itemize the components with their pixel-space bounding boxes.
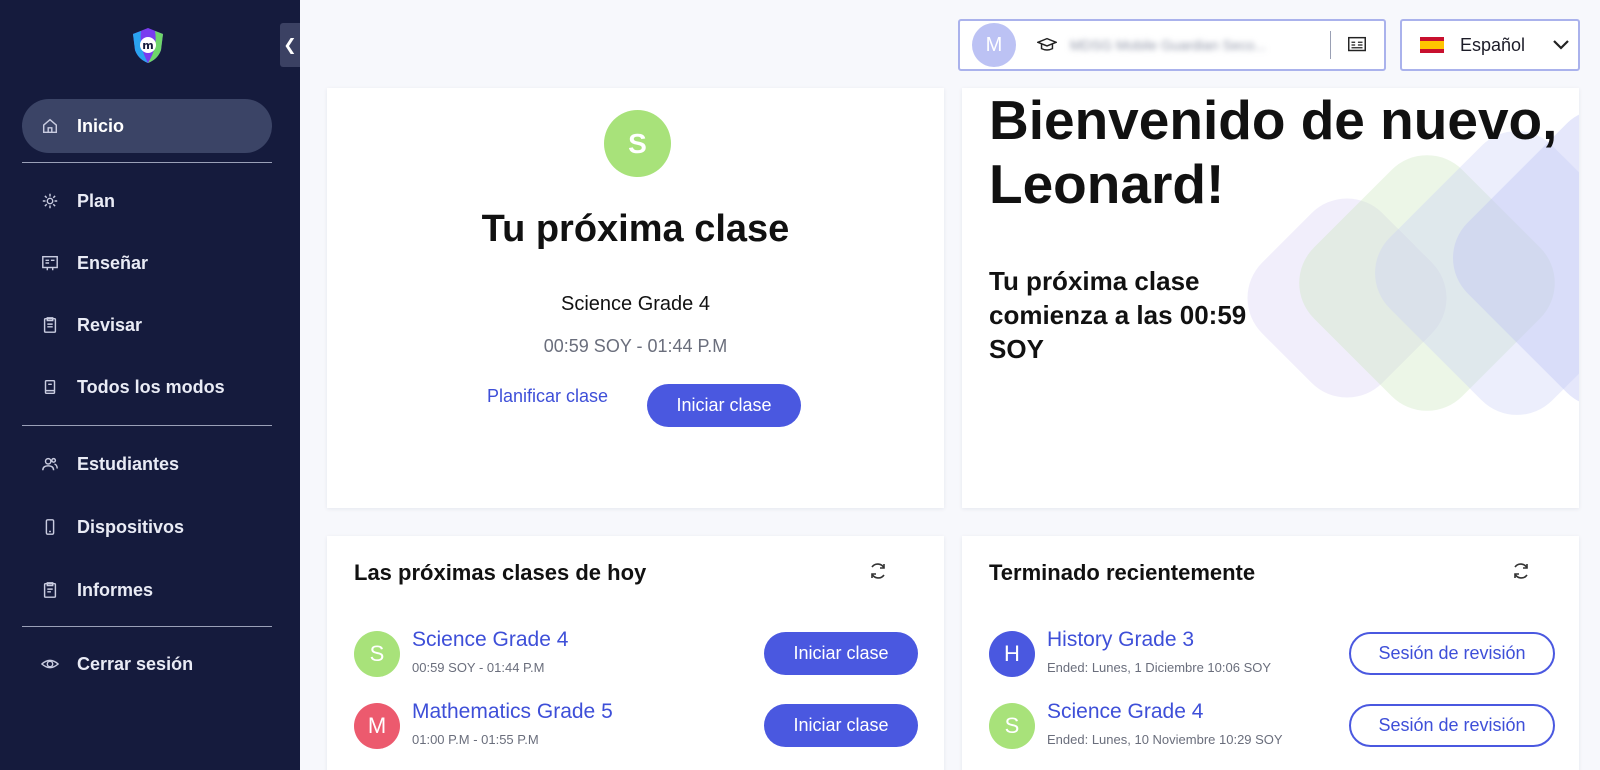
class-avatar: S bbox=[989, 703, 1035, 749]
sidebar-item-inicio[interactable]: Inicio bbox=[22, 99, 272, 153]
list-item: S Science Grade 4 Ended: Lunes, 10 Novie… bbox=[989, 700, 1559, 756]
phone-icon bbox=[40, 517, 60, 537]
refresh-icon[interactable] bbox=[1510, 560, 1532, 582]
class-avatar: S bbox=[354, 631, 400, 677]
avatar: M bbox=[972, 23, 1016, 67]
sidebar-divider bbox=[22, 425, 272, 426]
language-selector[interactable]: Español bbox=[1400, 19, 1580, 71]
next-class-time: 00:59 SOY - 01:44 P.M bbox=[543, 336, 728, 356]
plan-class-link[interactable]: Planificar clase bbox=[487, 386, 608, 407]
spain-flag-icon bbox=[1420, 37, 1444, 53]
start-class-button[interactable]: Iniciar clase bbox=[764, 704, 918, 747]
next-class-title: Tu próxima clase bbox=[481, 208, 790, 250]
sidebar-item-label: Estudiantes bbox=[77, 453, 180, 474]
school-name: MDSG Mobile Guardian Seco... bbox=[1070, 37, 1267, 53]
sidebar-item-ensenar[interactable]: Enseñar bbox=[22, 236, 272, 290]
refresh-icon[interactable] bbox=[867, 560, 889, 582]
start-class-button[interactable]: Iniciar clase bbox=[647, 384, 801, 427]
sidebar-item-todos-los-modos[interactable]: Todos los modos bbox=[22, 360, 272, 414]
users-icon bbox=[40, 454, 60, 474]
sidebar-item-informes[interactable]: Informes bbox=[22, 563, 272, 617]
app-logo: m bbox=[128, 25, 168, 65]
sidebar-item-label: Inicio bbox=[77, 115, 125, 136]
language-label: Español bbox=[1460, 34, 1526, 55]
class-time: 01:00 P.M - 01:55 P.M bbox=[412, 732, 539, 747]
sidebar-divider bbox=[22, 626, 272, 627]
user-school-selector[interactable]: M MDSG Mobile Guardian Seco... bbox=[958, 19, 1386, 71]
list-item: M Mathematics Grade 5 01:00 P.M - 01:55 … bbox=[354, 700, 924, 756]
sidebar-item-dispositivos[interactable]: Dispositivos bbox=[22, 500, 272, 554]
class-name-link[interactable]: Science Grade 4 bbox=[412, 628, 568, 652]
board-icon bbox=[40, 253, 60, 273]
welcome-subtitle: Tu próxima clase comienza a las 00:59 SO… bbox=[989, 266, 1247, 364]
class-avatar: M bbox=[354, 703, 400, 749]
class-avatar: H bbox=[989, 631, 1035, 677]
class-name-link[interactable]: Science Grade 4 bbox=[1047, 700, 1203, 724]
sidebar-item-estudiantes[interactable]: Estudiantes bbox=[22, 437, 272, 491]
start-class-button[interactable]: Iniciar clase bbox=[764, 632, 918, 675]
top-header: M MDSG Mobile Guardian Seco... Español bbox=[300, 0, 1600, 88]
welcome-card: Bienvenido de nuevo, Leonard! Tu próxima… bbox=[962, 88, 1579, 508]
section-title: Las próximas clases de hoy bbox=[354, 560, 647, 585]
clipboard-icon bbox=[40, 315, 60, 335]
class-time: 00:59 SOY - 01:44 P.M bbox=[412, 660, 545, 675]
sidebar-item-label: Revisar bbox=[77, 314, 143, 335]
sidebar-item-label: Cerrar sesión bbox=[77, 653, 194, 674]
next-class-card: S Tu próxima clase Science Grade 4 00:59… bbox=[327, 88, 944, 508]
class-ended: Ended: Lunes, 10 Noviembre 10:29 SOY bbox=[1047, 732, 1283, 747]
sidebar-collapse-button[interactable]: ❮ bbox=[280, 23, 300, 67]
graduation-cap-icon bbox=[1036, 34, 1058, 56]
class-ended: Ended: Lunes, 1 Diciembre 10:06 SOY bbox=[1047, 660, 1272, 675]
sidebar: m ❮ Inicio Plan Enseñar Revisar Todos lo… bbox=[0, 0, 300, 770]
book-icon bbox=[40, 377, 60, 397]
next-class-name: Science Grade 4 bbox=[561, 293, 710, 315]
chevron-left-icon: ❮ bbox=[283, 37, 297, 54]
sidebar-item-label: Plan bbox=[77, 190, 116, 211]
sidebar-item-plan[interactable]: Plan bbox=[22, 174, 272, 228]
todays-classes-card: Las próximas clases de hoy S Science Gra… bbox=[327, 536, 944, 770]
chevron-down-icon bbox=[1551, 35, 1571, 55]
welcome-title: Bienvenido de nuevo, Leonard! bbox=[989, 89, 1558, 215]
section-title: Terminado recientemente bbox=[989, 560, 1256, 585]
report-icon bbox=[40, 580, 60, 600]
review-session-button[interactable]: Sesión de revisión bbox=[1349, 632, 1555, 675]
class-name-link[interactable]: Mathematics Grade 5 bbox=[412, 700, 613, 724]
sidebar-divider bbox=[22, 162, 272, 163]
sidebar-item-cerrar-sesion[interactable]: Cerrar sesión bbox=[22, 637, 272, 691]
home-icon bbox=[40, 116, 60, 136]
sidebar-item-label: Todos los modos bbox=[77, 376, 225, 397]
class-avatar: S bbox=[604, 110, 671, 177]
sidebar-item-label: Dispositivos bbox=[77, 516, 185, 537]
svg-text:m: m bbox=[142, 39, 153, 52]
gear-icon bbox=[40, 191, 60, 211]
sidebar-item-label: Informes bbox=[77, 579, 154, 600]
app-root: m ❮ Inicio Plan Enseñar Revisar Todos lo… bbox=[0, 0, 1600, 770]
list-item: S Science Grade 4 00:59 SOY - 01:44 P.M … bbox=[354, 628, 924, 684]
divider bbox=[1330, 31, 1331, 59]
id-card-icon[interactable] bbox=[1345, 33, 1369, 57]
sidebar-item-label: Enseñar bbox=[77, 252, 149, 273]
recently-finished-card: Terminado recientemente H History Grade … bbox=[962, 536, 1579, 770]
list-item: H History Grade 3 Ended: Lunes, 1 Diciem… bbox=[989, 628, 1559, 684]
eye-icon bbox=[40, 654, 60, 674]
sidebar-item-revisar[interactable]: Revisar bbox=[22, 298, 272, 352]
review-session-button[interactable]: Sesión de revisión bbox=[1349, 704, 1555, 747]
class-name-link[interactable]: History Grade 3 bbox=[1047, 628, 1194, 652]
